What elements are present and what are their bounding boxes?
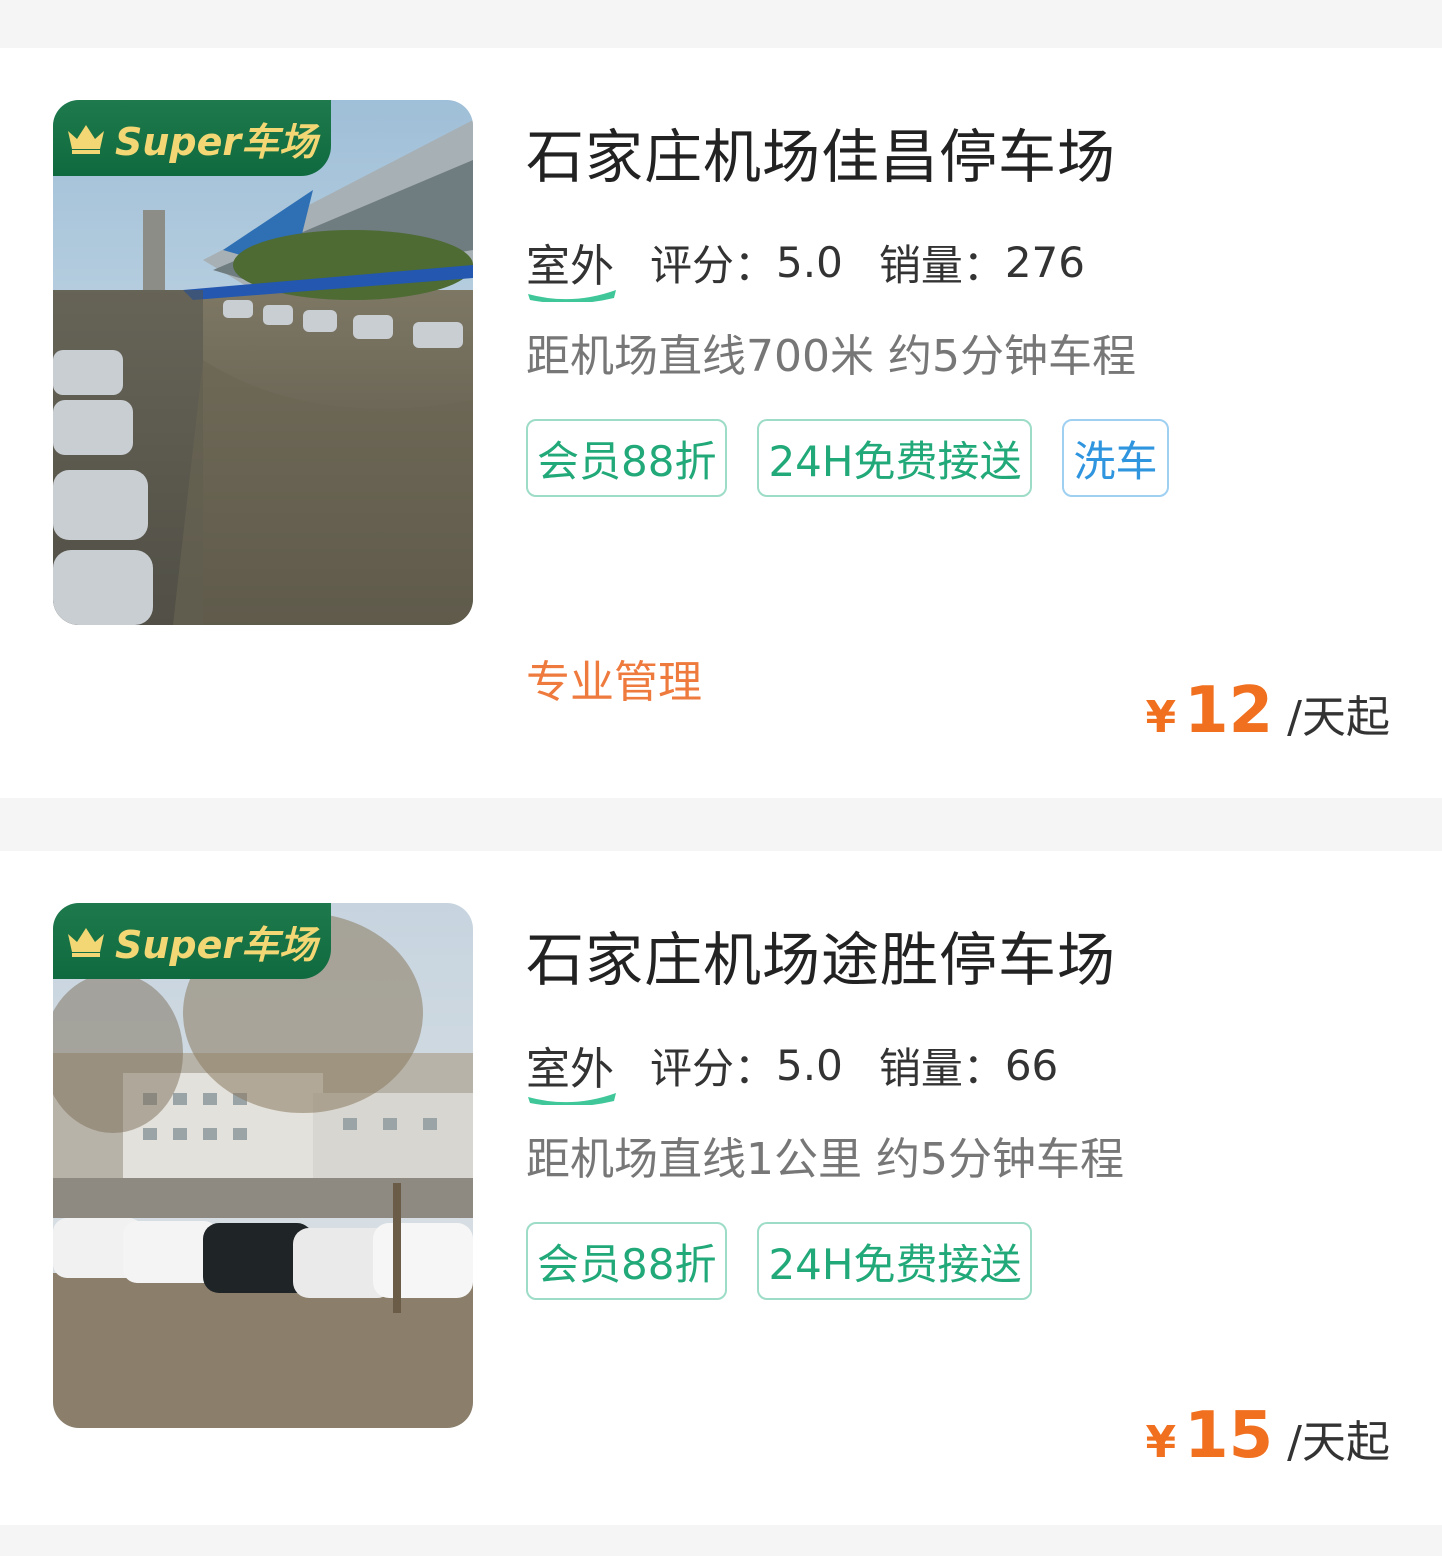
parking-lot-photo[interactable]: Super车场 bbox=[53, 903, 473, 1428]
price-amount: 15 bbox=[1184, 1399, 1274, 1473]
tag-member-discount: 会员88折 bbox=[526, 419, 728, 497]
badge-label: Super车场 bbox=[115, 922, 318, 967]
rating-label: 评分： bbox=[650, 1043, 777, 1093]
crown-icon bbox=[68, 928, 104, 957]
tag-list: 会员88折 24H免费接送 bbox=[526, 1222, 1246, 1300]
super-lot-badge: Super车场 bbox=[53, 903, 331, 979]
tag-shuttle: 24H免费接送 bbox=[757, 1222, 1033, 1300]
lot-highlight: 专业管理 bbox=[526, 657, 702, 708]
parking-lot-photo[interactable]: Super车场 bbox=[53, 100, 473, 625]
lot-price: ¥ 15 /天起 bbox=[1145, 1399, 1390, 1473]
lot-type-label: 室外 bbox=[526, 1033, 616, 1105]
tag-list: 会员88折 24H免费接送 洗车 bbox=[526, 419, 1246, 497]
tag-member-discount: 会员88折 bbox=[526, 1222, 728, 1300]
rating-label: 评分： bbox=[650, 240, 777, 290]
rating-value: 5.0 bbox=[776, 237, 843, 287]
parking-lot-image bbox=[53, 903, 473, 1428]
price-unit: /天起 bbox=[1287, 692, 1390, 743]
wave-underline-icon bbox=[528, 290, 616, 302]
lot-name[interactable]: 石家庄机场佳昌停车场 bbox=[526, 110, 1116, 194]
price-unit: /天起 bbox=[1287, 1417, 1390, 1468]
parking-lot-image bbox=[53, 100, 473, 625]
lot-type-label: 室外 bbox=[526, 230, 616, 302]
super-lot-badge: Super车场 bbox=[53, 100, 331, 176]
crown-icon bbox=[68, 125, 104, 154]
lot-price: ¥ 12 /天起 bbox=[1145, 674, 1390, 748]
sales-label: 销量： bbox=[878, 240, 1005, 290]
distance-text: 距机场直线700米 约5分钟车程 bbox=[526, 331, 1136, 382]
distance-text: 距机场直线1公里 约5分钟车程 bbox=[526, 1134, 1124, 1185]
parking-lot-card[interactable]: Super车场 石家庄机场途胜停车场 室外 评分： 5.0 销量： 66 距机场… bbox=[0, 851, 1442, 1525]
lot-name[interactable]: 石家庄机场途胜停车场 bbox=[526, 913, 1116, 997]
price-amount: 12 bbox=[1184, 674, 1274, 748]
sales-value: 276 bbox=[1004, 237, 1085, 287]
currency-symbol: ¥ bbox=[1145, 1417, 1177, 1468]
rating-value: 5.0 bbox=[776, 1040, 843, 1090]
parking-lot-list: Super车场 石家庄机场佳昌停车场 室外 评分： 5.0 销量： 276 距机… bbox=[0, 0, 1442, 1556]
lot-meta: 室外 评分： 5.0 销量： 66 bbox=[526, 1037, 1094, 1105]
sales-label: 销量： bbox=[878, 1043, 1005, 1093]
badge-label: Super车场 bbox=[115, 119, 318, 164]
parking-lot-card[interactable]: Super车场 石家庄机场佳昌停车场 室外 评分： 5.0 销量： 276 距机… bbox=[0, 48, 1442, 798]
lot-meta: 室外 评分： 5.0 销量： 276 bbox=[526, 234, 1121, 302]
tag-shuttle: 24H免费接送 bbox=[757, 419, 1033, 497]
tag-car-wash: 洗车 bbox=[1062, 419, 1169, 497]
wave-underline-icon bbox=[528, 1093, 616, 1105]
sales-value: 66 bbox=[1004, 1040, 1059, 1090]
currency-symbol: ¥ bbox=[1145, 692, 1177, 743]
